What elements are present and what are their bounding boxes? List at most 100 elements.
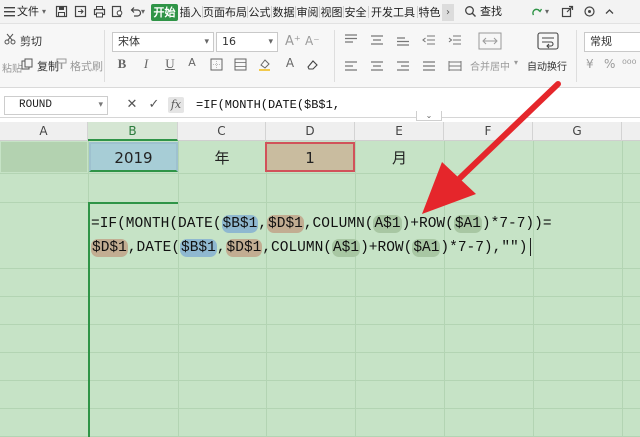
font-size-select[interactable]: 16 ▾ — [216, 32, 278, 52]
column-header-a[interactable]: A — [0, 122, 88, 141]
cell-reference-brown: $D$1 — [267, 215, 304, 233]
tab-insert[interactable]: 插入 — [179, 4, 202, 21]
copy-icon[interactable] — [21, 58, 33, 70]
ribbon: 剪切 粘贴 复制 格式刷 宋体 ▾ 16 ▾ A⁺ A⁻ B I U A A 合… — [0, 24, 640, 88]
underline-icon[interactable]: U — [162, 56, 178, 72]
cell-reference-brown: $D$1 — [225, 239, 263, 257]
tab-formulas[interactable]: 公式 — [248, 4, 271, 21]
menu-icon[interactable] — [3, 5, 16, 18]
more-icon[interactable]: ▾ — [141, 4, 145, 20]
cell-reference-blue: $B$1 — [180, 239, 217, 257]
number-format-select[interactable]: 常规 — [584, 32, 640, 52]
search-label[interactable]: 查找 — [480, 4, 502, 20]
wrap-text-button[interactable]: 自动换行 — [527, 58, 567, 73]
formula-text: , — [258, 216, 268, 232]
italic-icon[interactable]: I — [138, 56, 154, 72]
cell-a1[interactable] — [1, 142, 87, 172]
wrap-text-icon[interactable] — [537, 32, 559, 50]
file-menu-chevron-icon[interactable]: ▾ — [42, 4, 46, 20]
menu-bar: 文件 ▾ ▾ 开始 插入 页面布局 公式 数据 审阅 视图 安全 开发工具 特色… — [0, 0, 640, 24]
decrease-font-icon[interactable]: A⁻ — [305, 34, 320, 48]
chevron-down-icon: ▾ — [98, 100, 103, 110]
print-preview-icon[interactable] — [111, 5, 124, 18]
increase-font-icon[interactable]: A⁺ — [285, 34, 301, 49]
align-center-icon[interactable] — [370, 60, 384, 72]
grid-lines-icon[interactable] — [234, 58, 247, 71]
spreadsheet-app: 文件 ▾ ▾ 开始 插入 页面布局 公式 数据 审阅 视图 安全 开发工具 特色… — [0, 0, 640, 437]
file-menu[interactable]: 文件 — [17, 4, 39, 20]
tab-review[interactable]: 审阅 — [296, 4, 319, 21]
align-middle-icon[interactable] — [370, 34, 384, 46]
formula-line-2: $D$1,DATE($B$1,$D$1,COLUMN(A$1)+ROW($A1)… — [91, 236, 532, 260]
ribbon-divider — [334, 30, 335, 82]
cell-reference-green: A$1 — [331, 239, 361, 257]
tab-special[interactable]: 特色 — [418, 4, 441, 21]
settings-icon[interactable] — [583, 5, 596, 18]
text-cursor — [530, 238, 532, 257]
red-arrow-icon — [422, 81, 561, 214]
indent-decrease-icon[interactable] — [422, 34, 436, 46]
font-color-icon[interactable]: A — [282, 56, 298, 70]
font-effects-icon[interactable]: A — [184, 56, 200, 69]
tab-home[interactable]: 开始 — [151, 4, 178, 21]
borders-icon[interactable] — [210, 58, 223, 71]
number-format-value: 常规 — [590, 35, 612, 48]
tab-view[interactable]: 视图 — [320, 4, 343, 21]
indent-increase-icon[interactable] — [448, 34, 462, 46]
eraser-icon[interactable] — [306, 59, 319, 71]
more-tabs-chevron-icon[interactable]: › — [442, 4, 454, 21]
confirm-icon[interactable]: ✓ — [146, 97, 162, 113]
scissors-icon[interactable] — [4, 33, 16, 45]
formula-input[interactable]: =IF(MONTH(DATE($B$1, — [196, 98, 340, 112]
fill-color-icon[interactable] — [258, 58, 271, 71]
format-painter-button[interactable]: 格式刷 — [70, 58, 103, 74]
share-icon[interactable] — [561, 5, 574, 18]
thousands-icon[interactable]: ⁰⁰⁰ — [622, 57, 636, 71]
font-name-value: 宋体 — [118, 35, 140, 48]
paste-button[interactable]: 粘贴 — [2, 60, 22, 75]
align-left-icon[interactable] — [344, 60, 358, 72]
column-header-h[interactable] — [622, 122, 640, 141]
align-right-icon[interactable] — [396, 60, 410, 72]
column-header-c[interactable]: C — [178, 122, 266, 141]
align-top-icon[interactable] — [344, 34, 358, 46]
tab-data[interactable]: 数据 — [272, 4, 295, 21]
font-name-select[interactable]: 宋体 ▾ — [112, 32, 214, 52]
chevron-down-icon: ▾ — [204, 37, 209, 47]
column-header-b[interactable]: B — [88, 122, 178, 141]
tab-page-layout[interactable]: 页面布局 — [203, 4, 247, 21]
chevron-down-icon: ▾ — [268, 37, 273, 47]
merge-center-icon[interactable] — [478, 32, 502, 50]
cancel-icon[interactable]: ✕ — [124, 97, 140, 113]
save-icon[interactable] — [55, 5, 68, 18]
justify-icon[interactable] — [422, 60, 436, 72]
cell-reference-green: $A1 — [412, 239, 441, 257]
cell-c1-value: 年 — [214, 149, 230, 167]
search-icon[interactable] — [464, 5, 477, 18]
format-painter-icon[interactable] — [56, 58, 68, 70]
formula-text: ,COLUMN( — [303, 216, 374, 232]
export-icon[interactable] — [74, 5, 87, 18]
currency-icon[interactable]: ¥ — [586, 57, 594, 71]
sync-cloud-icon[interactable] — [530, 5, 543, 18]
sync-chevron-icon[interactable]: ▾ — [545, 4, 549, 20]
merge-center-button[interactable]: 合并居中 — [470, 58, 510, 73]
cell-b1[interactable]: 2019 — [89, 142, 178, 172]
align-bottom-icon[interactable] — [396, 34, 410, 46]
print-icon[interactable] — [93, 5, 106, 18]
bold-icon[interactable]: B — [114, 56, 130, 72]
merge-chevron-icon[interactable]: ▾ — [514, 58, 518, 67]
cut-button[interactable]: 剪切 — [20, 33, 42, 49]
name-box-value: ROUND — [19, 99, 53, 111]
cell-d1[interactable]: 1 — [265, 142, 355, 172]
collapse-ribbon-icon[interactable] — [603, 5, 616, 18]
percent-icon[interactable]: % — [604, 57, 615, 71]
name-box[interactable]: ROUND ▾ — [4, 96, 108, 115]
distribute-icon[interactable] — [448, 60, 462, 72]
insert-function-button[interactable]: fx — [168, 97, 184, 113]
tab-security[interactable]: 安全 — [344, 4, 367, 21]
column-header-d[interactable]: D — [266, 122, 355, 141]
tab-developer[interactable]: 开发工具 — [370, 4, 416, 21]
formula-text: )+ROW( — [360, 240, 413, 256]
formula-text: )*7-7),"") — [440, 240, 528, 256]
